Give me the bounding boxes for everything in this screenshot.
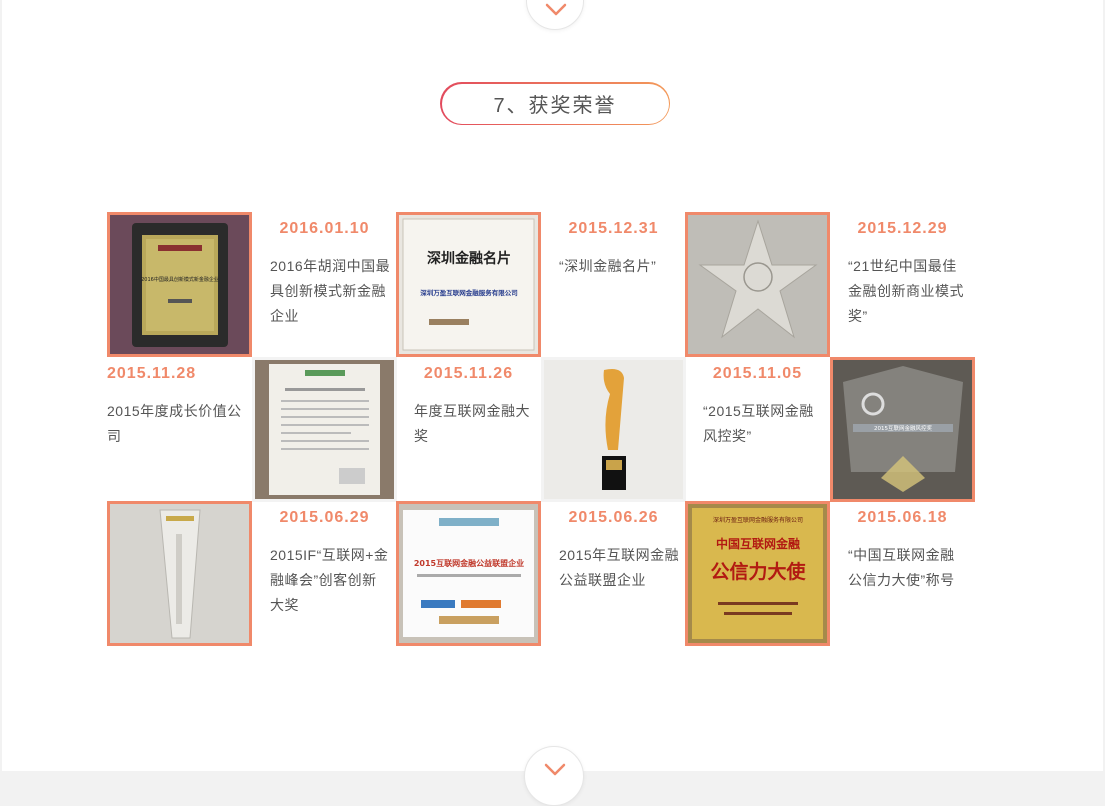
award-image-2015-06-29[interactable]: [107, 501, 252, 646]
award-desc: “深圳金融名片”: [559, 258, 657, 274]
plaque-text: 深圳万盈互联网金融服务有限公司: [420, 288, 518, 297]
award-text-2015-06-26: 2015.06.26 2015年互联网金融公益联盟企业: [541, 501, 686, 646]
award-image-2015-06-26[interactable]: 2015互联网金融公益联盟企业: [396, 501, 541, 646]
award-image-2015-11-26[interactable]: [541, 357, 686, 502]
award-desc: 2015IF“互联网+金融峰会”创客创新大奖: [270, 547, 389, 613]
awards-section: 7、获奖荣誉 2016中国最具创新模式新金融企业 2016.01.10 2016…: [2, 0, 1103, 806]
award-image-2015-11-28[interactable]: [252, 357, 397, 502]
crystal-trophy-image: [110, 504, 249, 643]
award-date: 2015.12.29: [857, 220, 948, 237]
award-desc: “2015互联网金融风控奖”: [703, 403, 814, 444]
award-date: 2015.12.31: [568, 220, 659, 237]
award-text-2015-12-29: 2015.12.29 “21世纪中国最佳金融创新商业模式奖”: [830, 212, 975, 357]
plaque-title: 2015互联网金融公益联盟企业: [414, 558, 524, 568]
award-desc: 2016年胡润中国最具创新模式新金融企业: [270, 258, 391, 324]
plaque-image: 深圳金融名片 深圳万盈互联网金融服务有限公司: [399, 215, 538, 354]
scroll-down-button[interactable]: [524, 746, 584, 806]
award-text-2015-06-29: 2015.06.29 2015IF“互联网+金融峰会”创客创新大奖: [252, 501, 397, 646]
plaque-title: 深圳金融名片: [427, 250, 511, 267]
award-date: 2015.11.05: [712, 365, 803, 382]
plaque-text: 2016中国最具创新模式新金融企业: [141, 276, 219, 283]
award-date: 2015.06.29: [279, 509, 370, 526]
award-desc: 2015年度成长价值公司: [107, 403, 242, 444]
award-date: 2015.11.28: [107, 365, 197, 382]
award-date: 2015.06.26: [568, 509, 659, 526]
plaque-title-2: 公信力大使: [710, 560, 806, 583]
award-date: 2015.06.18: [857, 509, 948, 526]
award-date: 2016.01.10: [279, 220, 370, 237]
certificate-image: [255, 360, 394, 499]
chevron-down-icon: [544, 763, 566, 776]
award-text-2015-11-05: 2015.11.05 “2015互联网金融风控奖”: [685, 357, 830, 502]
award-text-2016-01-10: 2016.01.10 2016年胡润中国最具创新模式新金融企业: [252, 212, 397, 357]
award-desc: 年度互联网金融大奖: [414, 403, 530, 444]
plaque-text: 2015互联网金融风控奖: [874, 424, 932, 432]
certificate-image: 2015互联网金融公益联盟企业: [399, 504, 538, 643]
plaque-image: 2016中国最具创新模式新金融企业: [110, 215, 249, 354]
award-image-2015-11-05[interactable]: 2015互联网金融风控奖: [830, 357, 975, 502]
section-title-pill: 7、获奖荣誉: [440, 82, 670, 125]
glass-trophy-image: 2015互联网金融风控奖: [833, 360, 972, 499]
chevron-down-icon: [545, 3, 567, 16]
award-desc: “21世纪中国最佳金融创新商业模式奖”: [848, 258, 964, 324]
award-date: 2015.11.26: [423, 365, 514, 382]
plaque-title: 中国互联网金融: [716, 536, 800, 551]
award-text-2015-06-18: 2015.06.18 “中国互联网金融公信力大使”称号: [830, 501, 975, 646]
award-image-2016-01-10[interactable]: 2016中国最具创新模式新金融企业: [107, 212, 252, 357]
award-image-2015-12-29[interactable]: [685, 212, 830, 357]
trophy-image: [688, 215, 827, 354]
award-image-2015-06-18[interactable]: 深圳万盈互联网金融服务有限公司 中国互联网金融 公信力大使: [685, 501, 830, 646]
award-desc: “中国互联网金融公信力大使”称号: [848, 547, 955, 588]
award-desc: 2015年互联网金融公益联盟企业: [559, 547, 680, 588]
award-text-2015-12-31: 2015.12.31 “深圳金融名片”: [541, 212, 686, 357]
trophy-image: [544, 360, 683, 499]
section-title: 7、获奖荣誉: [441, 83, 669, 124]
award-text-2015-11-26: 2015.11.26 年度互联网金融大奖: [396, 357, 541, 502]
gold-plaque-image: 深圳万盈互联网金融服务有限公司 中国互联网金融 公信力大使: [688, 504, 827, 643]
plaque-text: 深圳万盈互联网金融服务有限公司: [713, 516, 803, 524]
award-image-2015-12-31[interactable]: 深圳金融名片 深圳万盈互联网金融服务有限公司: [396, 212, 541, 357]
scroll-up-button[interactable]: [526, 0, 584, 30]
award-text-2015-11-28: 2015.11.28 2015年度成长价值公司: [107, 357, 252, 502]
